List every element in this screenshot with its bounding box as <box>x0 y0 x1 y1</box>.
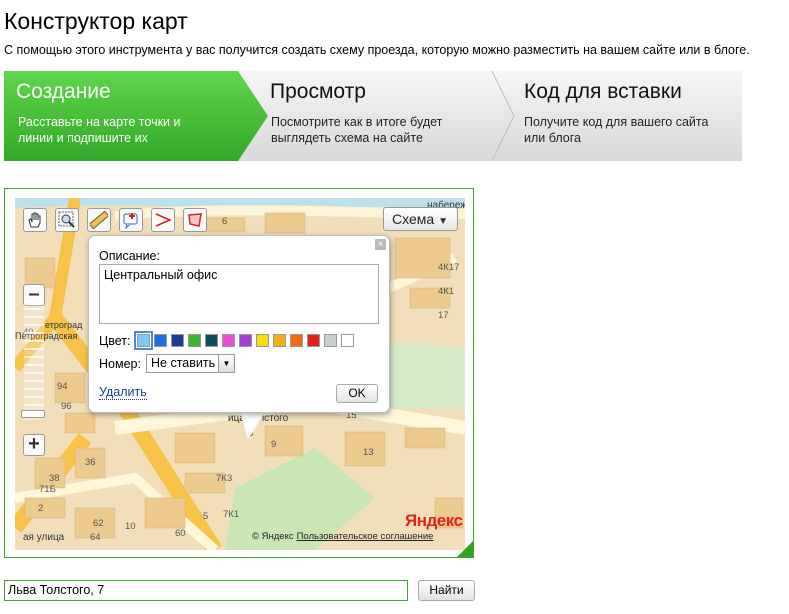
zoom-area-icon <box>58 211 75 228</box>
step-code-desc: Получите код для вашего сайта или блога <box>524 115 709 145</box>
house-number: 64 <box>90 532 101 543</box>
ruler-icon <box>90 211 108 229</box>
step-create-title: Создание <box>16 80 111 103</box>
map-canvas[interactable]: 6 4К17 4К1 17 8 7К3 9 15 13 5 94 96 40 3… <box>15 198 465 550</box>
house-number: 10 <box>125 521 136 532</box>
house-number: 4К1 <box>438 286 455 297</box>
plus-icon: + <box>28 433 40 455</box>
delete-link[interactable]: Удалить <box>99 385 147 400</box>
yandex-logo-text: Яндекс <box>405 511 463 530</box>
house-number: 60 <box>175 528 186 539</box>
step-create[interactable]: Создание Расставьте на карте точки и лин… <box>4 71 276 161</box>
house-number: 96 <box>61 401 72 412</box>
house-number: 2 <box>38 503 44 514</box>
map-type-selector[interactable]: Схема ▼ <box>383 207 458 231</box>
color-swatch[interactable] <box>205 334 218 347</box>
step-code-title: Код для вставки <box>524 80 682 103</box>
zoom-slider-handle[interactable] <box>21 410 45 418</box>
number-select[interactable]: Не ставить ▼ <box>146 354 235 373</box>
description-label: Описание: <box>99 249 160 263</box>
house-number: 7К3 <box>216 473 233 484</box>
house-number: 5 <box>203 511 209 522</box>
step-preview[interactable]: Просмотр Посмотрите как в итоге будет вы… <box>236 71 532 161</box>
house-number: 13 <box>363 447 374 458</box>
metro-label: етроград <box>45 320 83 330</box>
color-swatch[interactable] <box>341 334 354 347</box>
placemark-balloon: × Описание: Центральный офис Цвет: Номер… <box>88 235 390 413</box>
chevron-down-icon: ▼ <box>218 355 234 372</box>
house-number: 36 <box>85 457 96 468</box>
color-swatch[interactable] <box>134 331 153 350</box>
description-field[interactable]: Центральный офис <box>99 264 379 324</box>
add-point-button[interactable] <box>119 208 143 232</box>
page-title: Конструктор карт <box>4 8 188 34</box>
agreement-link[interactable]: Пользовательское соглашение <box>297 531 434 542</box>
yandex-logo: Яндекс <box>405 511 463 531</box>
map-copyright: © Яндекс Пользовательское соглашение <box>252 531 433 542</box>
map-type-label: Схема <box>392 211 435 227</box>
step-preview-desc: Посмотрите как в итоге будет выглядеть с… <box>271 115 443 145</box>
number-label: Номер: <box>99 357 141 371</box>
wizard-steps: Код для вставки Получите код для вашего … <box>4 71 742 161</box>
intro-text: С помощью этого инструмента у вас получи… <box>4 43 750 57</box>
zoom-in-button[interactable]: + <box>23 434 45 456</box>
add-point-icon <box>123 213 138 229</box>
chevron-down-icon: ▼ <box>438 216 449 227</box>
color-swatch[interactable] <box>307 334 320 347</box>
house-number: 62 <box>93 518 104 529</box>
hand-tool-button[interactable] <box>23 208 47 232</box>
add-line-icon <box>155 213 172 227</box>
color-swatch[interactable] <box>154 334 167 347</box>
ruler-button[interactable] <box>87 208 111 232</box>
zoom-slider-track[interactable] <box>24 300 44 420</box>
find-button[interactable]: Найти <box>418 580 475 601</box>
color-swatch[interactable] <box>273 334 286 347</box>
color-swatch[interactable] <box>256 334 269 347</box>
house-number: 38 <box>49 473 60 484</box>
house-number: 4К17 <box>438 262 460 273</box>
street-label: ая улица <box>23 532 65 543</box>
copyright-text: © Яндекс <box>252 531 294 542</box>
step-create-desc: Расставьте на карте точки и линии и подп… <box>18 115 181 145</box>
house-number: 7К1 <box>223 509 240 520</box>
add-polygon-icon <box>188 213 202 227</box>
hand-icon <box>28 212 41 228</box>
add-polygon-button[interactable] <box>183 208 207 232</box>
add-line-button[interactable] <box>151 208 175 232</box>
number-select-value: Не ставить <box>151 356 216 370</box>
color-swatch[interactable] <box>222 334 235 347</box>
house-number: 94 <box>57 381 68 392</box>
address-search-input[interactable]: Льва Толстого, 7 <box>4 580 408 601</box>
house-number: 17 <box>438 310 449 321</box>
color-swatch[interactable] <box>171 334 184 347</box>
color-label: Цвет: <box>99 334 131 348</box>
color-swatch[interactable] <box>324 334 337 347</box>
house-number: 9 <box>271 439 277 450</box>
close-icon[interactable]: × <box>375 239 386 250</box>
resize-handle[interactable] <box>457 541 473 557</box>
step-preview-title: Просмотр <box>270 80 366 103</box>
balloon-tail <box>240 411 266 439</box>
zoom-area-button[interactable] <box>55 208 79 232</box>
color-swatch[interactable] <box>290 334 303 347</box>
ok-button[interactable]: OK <box>336 384 378 403</box>
house-number: 6 <box>222 216 228 227</box>
color-swatch[interactable] <box>188 334 201 347</box>
house-number: 71Б <box>39 484 56 495</box>
map-frame: 6 4К17 4К1 17 8 7К3 9 15 13 5 94 96 40 3… <box>4 188 474 558</box>
color-swatch[interactable] <box>239 334 252 347</box>
